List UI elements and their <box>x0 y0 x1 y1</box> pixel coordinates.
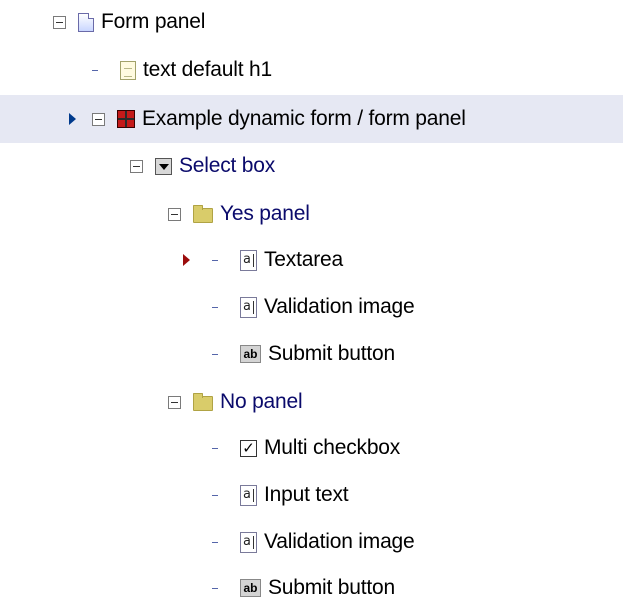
tree-node-submit-button[interactable]: ab Submit button <box>0 330 623 378</box>
leaf-connector <box>212 353 218 355</box>
node-label: No panel <box>220 390 303 413</box>
drop-marker-arrow-icon <box>183 254 190 266</box>
tree-view: Form panel text default h1 Example dynam… <box>0 0 623 603</box>
collapse-toggle[interactable] <box>53 15 66 29</box>
tree-node-text-default-h1[interactable]: text default h1 <box>0 46 623 94</box>
checkbox-icon: ✓ <box>240 439 257 457</box>
button-icon: ab <box>240 579 261 597</box>
node-label: Yes panel <box>220 202 310 225</box>
button-icon: ab <box>240 345 261 363</box>
tree-node-validation-image-2[interactable]: a Validation image <box>0 518 623 566</box>
node-label: Textarea <box>264 248 343 271</box>
node-label: Select box <box>179 154 276 177</box>
tree-node-example-dynamic-form[interactable]: Example dynamic form / form panel <box>0 95 623 143</box>
tree-node-no-panel[interactable]: No panel <box>0 378 623 426</box>
tree-node-multi-checkbox[interactable]: ✓ Multi checkbox <box>0 424 623 472</box>
node-label: text default h1 <box>143 58 272 81</box>
selection-arrow-icon <box>69 113 76 125</box>
tree-node-select-box[interactable]: Select box <box>0 142 623 190</box>
leaf-connector <box>212 587 218 589</box>
collapse-toggle[interactable] <box>168 207 181 221</box>
text-field-icon: a <box>240 296 257 318</box>
node-label: Submit button <box>268 576 395 599</box>
tree-node-validation-image[interactable]: a Validation image <box>0 283 623 331</box>
node-label: Input text <box>264 483 349 506</box>
leaf-connector <box>212 494 218 496</box>
page-icon <box>78 12 94 32</box>
node-label: Validation image <box>264 295 415 318</box>
text-field-icon: a <box>240 531 257 553</box>
tree-node-yes-panel[interactable]: Yes panel <box>0 190 623 238</box>
node-label: Example dynamic form / form panel <box>142 107 466 130</box>
document-icon <box>120 60 136 80</box>
leaf-connector <box>212 541 218 543</box>
folder-icon <box>193 205 213 223</box>
collapse-toggle[interactable] <box>92 112 105 126</box>
grid-form-icon <box>117 110 135 128</box>
tree-node-textarea[interactable]: a Textarea <box>0 236 623 284</box>
leaf-connector <box>212 447 218 449</box>
collapse-toggle[interactable] <box>168 395 181 409</box>
leaf-connector <box>212 306 218 308</box>
node-label: Submit button <box>268 342 395 365</box>
tree-node-input-text[interactable]: a Input text <box>0 471 623 519</box>
select-box-icon <box>155 157 172 175</box>
text-field-icon: a <box>240 249 257 271</box>
node-label: Form panel <box>101 10 206 33</box>
leaf-connector <box>212 259 218 261</box>
leaf-connector <box>92 69 98 71</box>
text-field-icon: a <box>240 484 257 506</box>
node-label: Validation image <box>264 530 415 553</box>
node-label: Multi checkbox <box>264 436 401 459</box>
collapse-toggle[interactable] <box>130 159 143 173</box>
tree-node-form-panel[interactable]: Form panel <box>0 0 623 46</box>
folder-icon <box>193 393 213 411</box>
tree-node-submit-button-2[interactable]: ab Submit button <box>0 564 623 612</box>
